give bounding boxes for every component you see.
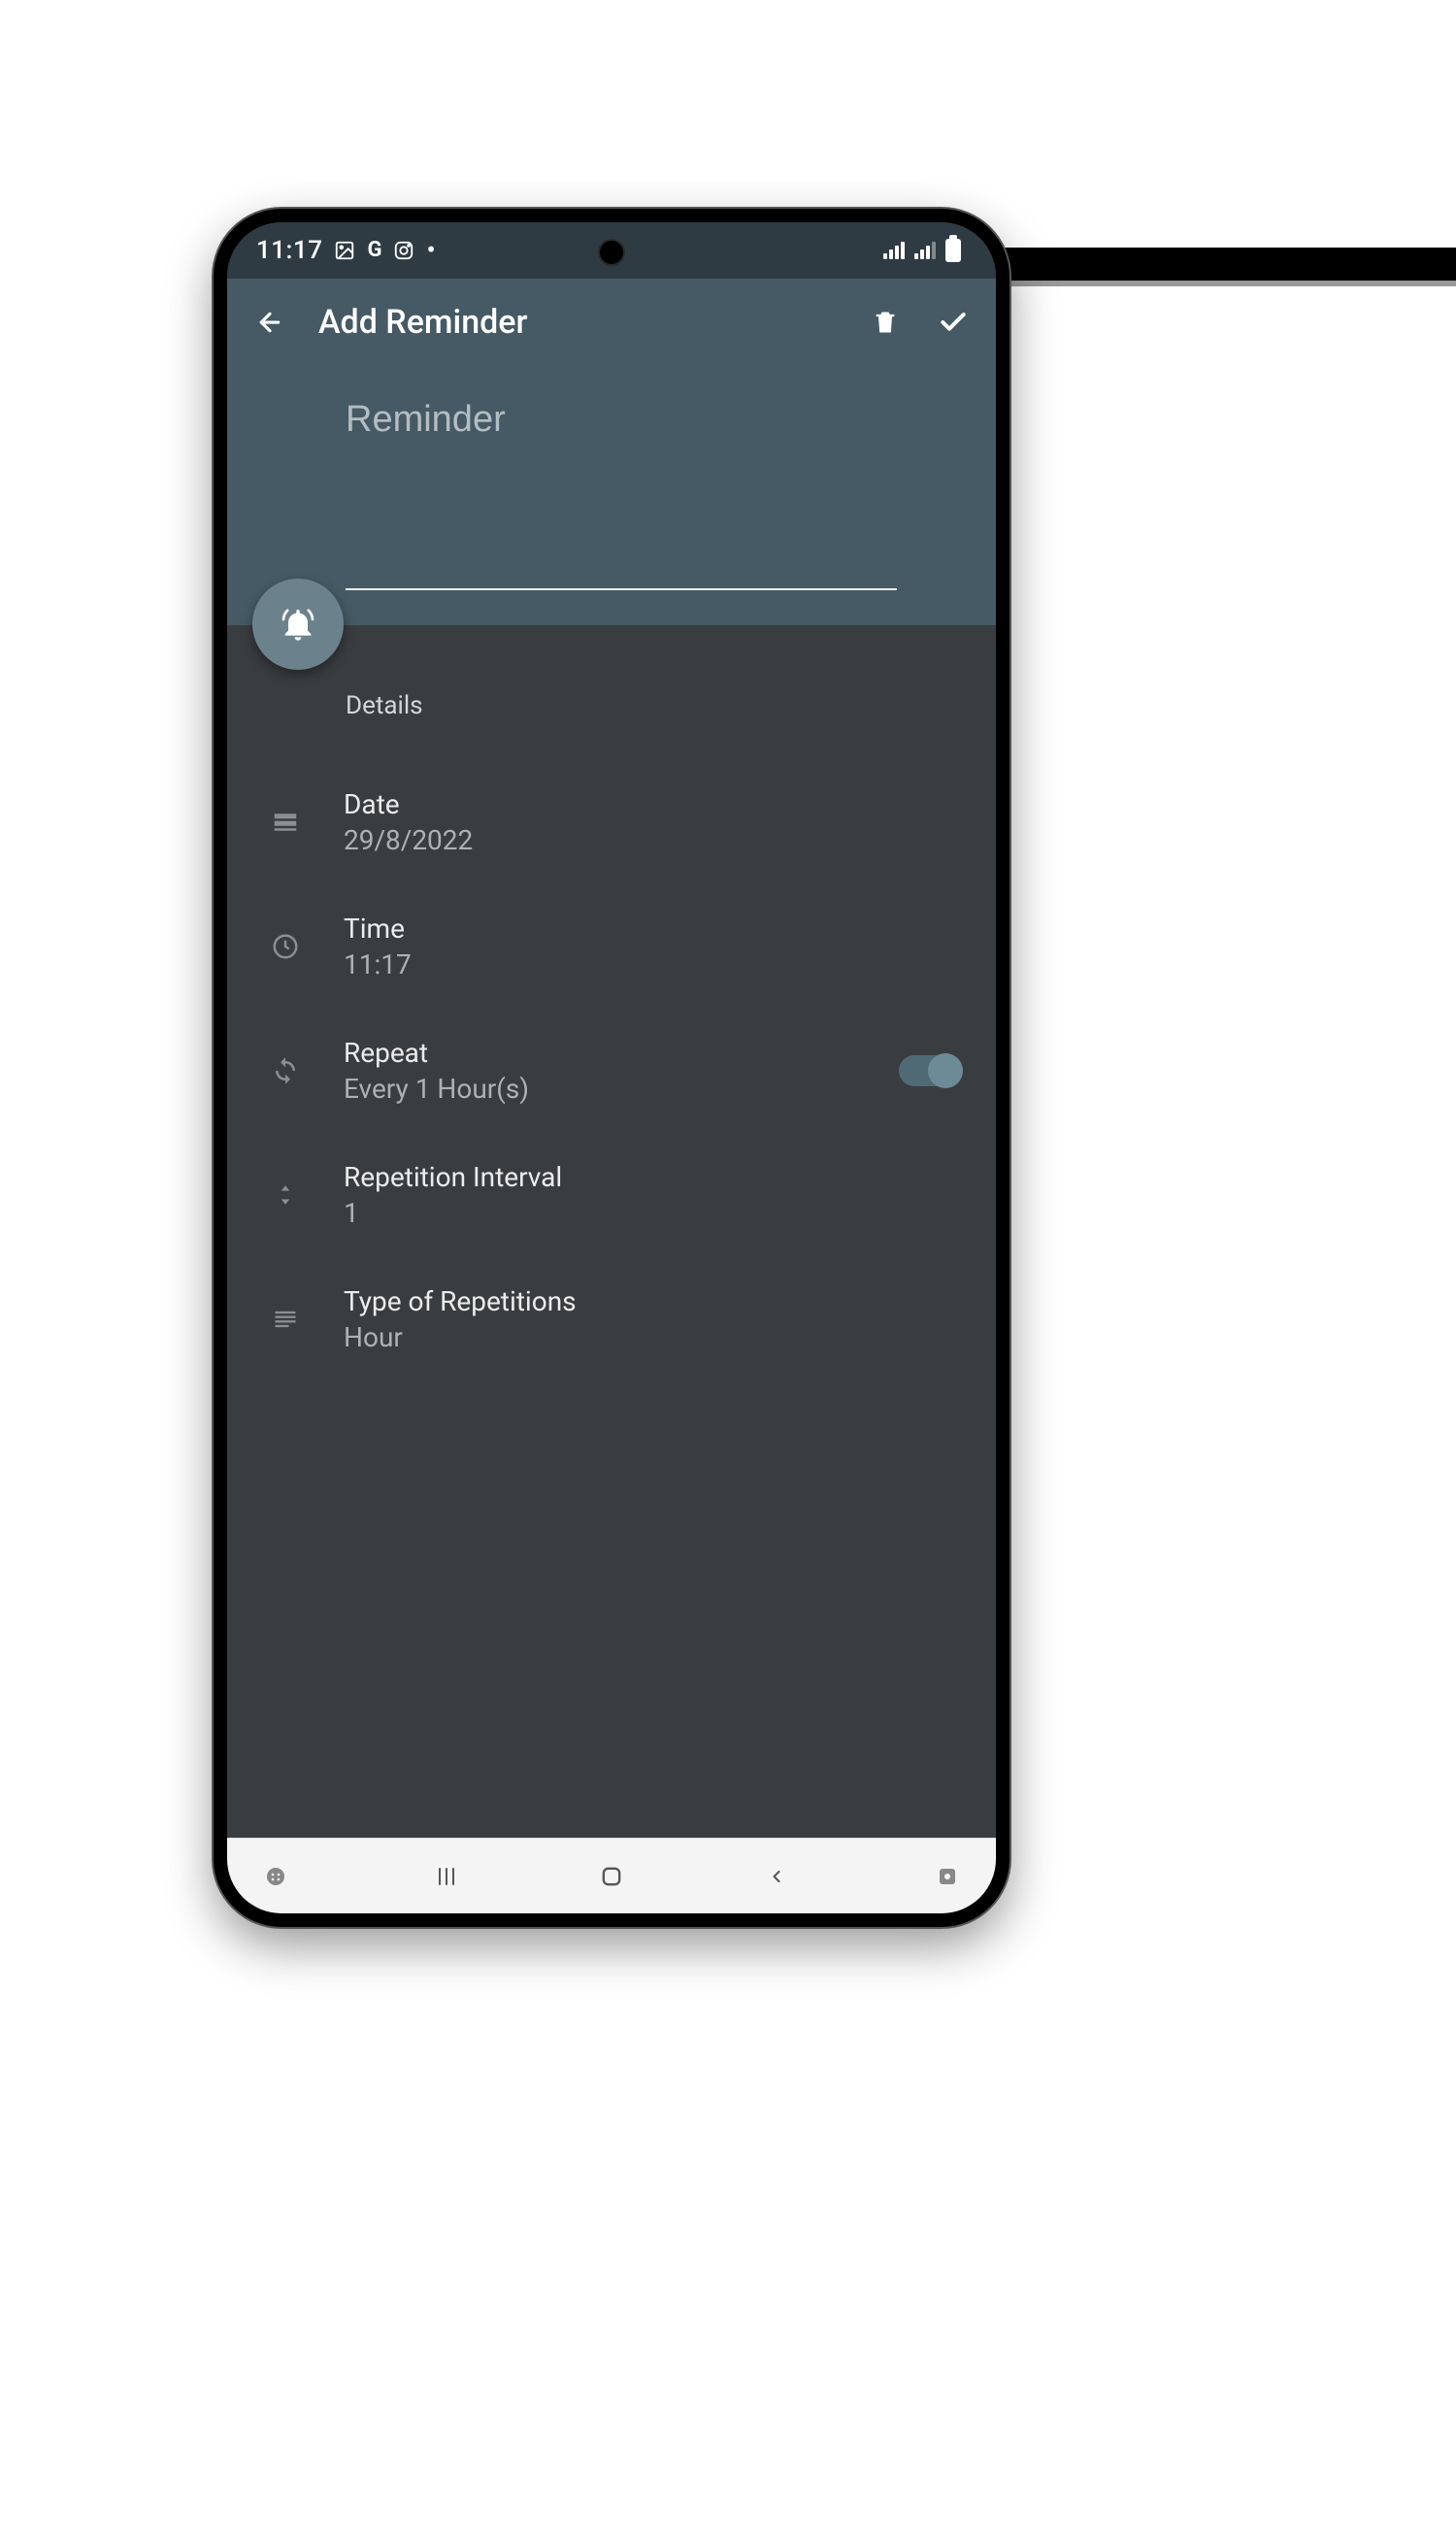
repeat-toggle[interactable] bbox=[899, 1055, 961, 1086]
back-button[interactable] bbox=[250, 303, 289, 342]
hero-section bbox=[227, 366, 996, 625]
bell-fab[interactable] bbox=[252, 579, 344, 670]
interval-value: 1 bbox=[344, 1197, 961, 1229]
clock-icon bbox=[262, 923, 309, 970]
type-row[interactable]: Type of Repetitions Hour bbox=[250, 1264, 973, 1375]
nav-extra-icon[interactable] bbox=[928, 1857, 967, 1896]
google-icon: G bbox=[367, 240, 381, 261]
type-text: Type of Repetitions Hour bbox=[344, 1285, 961, 1353]
repeat-label: Repeat bbox=[344, 1037, 864, 1069]
time-label: Time bbox=[344, 913, 961, 945]
date-label: Date bbox=[344, 788, 961, 820]
details-heading: Details bbox=[346, 691, 973, 720]
repeat-value: Every 1 Hour(s) bbox=[344, 1073, 864, 1105]
interval-label: Repetition Interval bbox=[344, 1161, 961, 1193]
screen: 11:17 G • Add Reminder bbox=[227, 222, 996, 1913]
type-value: Hour bbox=[344, 1321, 961, 1353]
device-cable bbox=[1000, 248, 1456, 286]
app-title: Add Reminder bbox=[318, 303, 837, 342]
delete-button[interactable] bbox=[866, 303, 905, 342]
app-bar: Add Reminder bbox=[227, 279, 996, 366]
time-text: Time 11:17 bbox=[344, 913, 961, 980]
device-frame: 11:17 G • Add Reminder bbox=[214, 209, 1009, 1927]
toggle-knob bbox=[928, 1053, 963, 1088]
camera-punch bbox=[598, 239, 625, 266]
time-value: 11:17 bbox=[344, 948, 961, 980]
interval-text: Repetition Interval 1 bbox=[344, 1161, 961, 1229]
date-value: 29/8/2022 bbox=[344, 824, 961, 856]
time-row[interactable]: Time 11:17 bbox=[250, 891, 973, 1002]
list-icon bbox=[262, 1296, 309, 1343]
instagram-icon bbox=[393, 240, 414, 261]
interval-icon bbox=[262, 1172, 309, 1218]
date-row[interactable]: Date 29/8/2022 bbox=[250, 767, 973, 878]
status-right bbox=[883, 239, 961, 262]
nav-assist-icon[interactable] bbox=[256, 1857, 295, 1896]
repeat-text: Repeat Every 1 Hour(s) bbox=[344, 1037, 864, 1105]
image-indicator-icon bbox=[334, 240, 355, 261]
confirm-button[interactable] bbox=[934, 303, 973, 342]
reminder-title-input[interactable] bbox=[346, 391, 897, 590]
more-notifications-dot: • bbox=[426, 238, 435, 263]
body-area: Details Date 29/8/2022 Time 11:17 bbox=[227, 625, 996, 1838]
system-nav-bar bbox=[227, 1838, 996, 1913]
interval-row[interactable]: Repetition Interval 1 bbox=[250, 1140, 973, 1250]
date-text: Date 29/8/2022 bbox=[344, 788, 961, 856]
date-icon bbox=[262, 799, 309, 846]
battery-icon bbox=[945, 239, 961, 262]
status-left: 11:17 G • bbox=[256, 236, 436, 265]
signal-icon-2 bbox=[914, 242, 936, 259]
nav-recents-button[interactable] bbox=[427, 1857, 466, 1896]
nav-home-button[interactable] bbox=[592, 1857, 631, 1896]
repeat-icon bbox=[262, 1047, 309, 1094]
repeat-row[interactable]: Repeat Every 1 Hour(s) bbox=[250, 1015, 973, 1126]
signal-icon-1 bbox=[883, 242, 905, 259]
nav-back-button[interactable] bbox=[757, 1857, 796, 1896]
status-time: 11:17 bbox=[256, 236, 322, 265]
type-label: Type of Repetitions bbox=[344, 1285, 961, 1317]
